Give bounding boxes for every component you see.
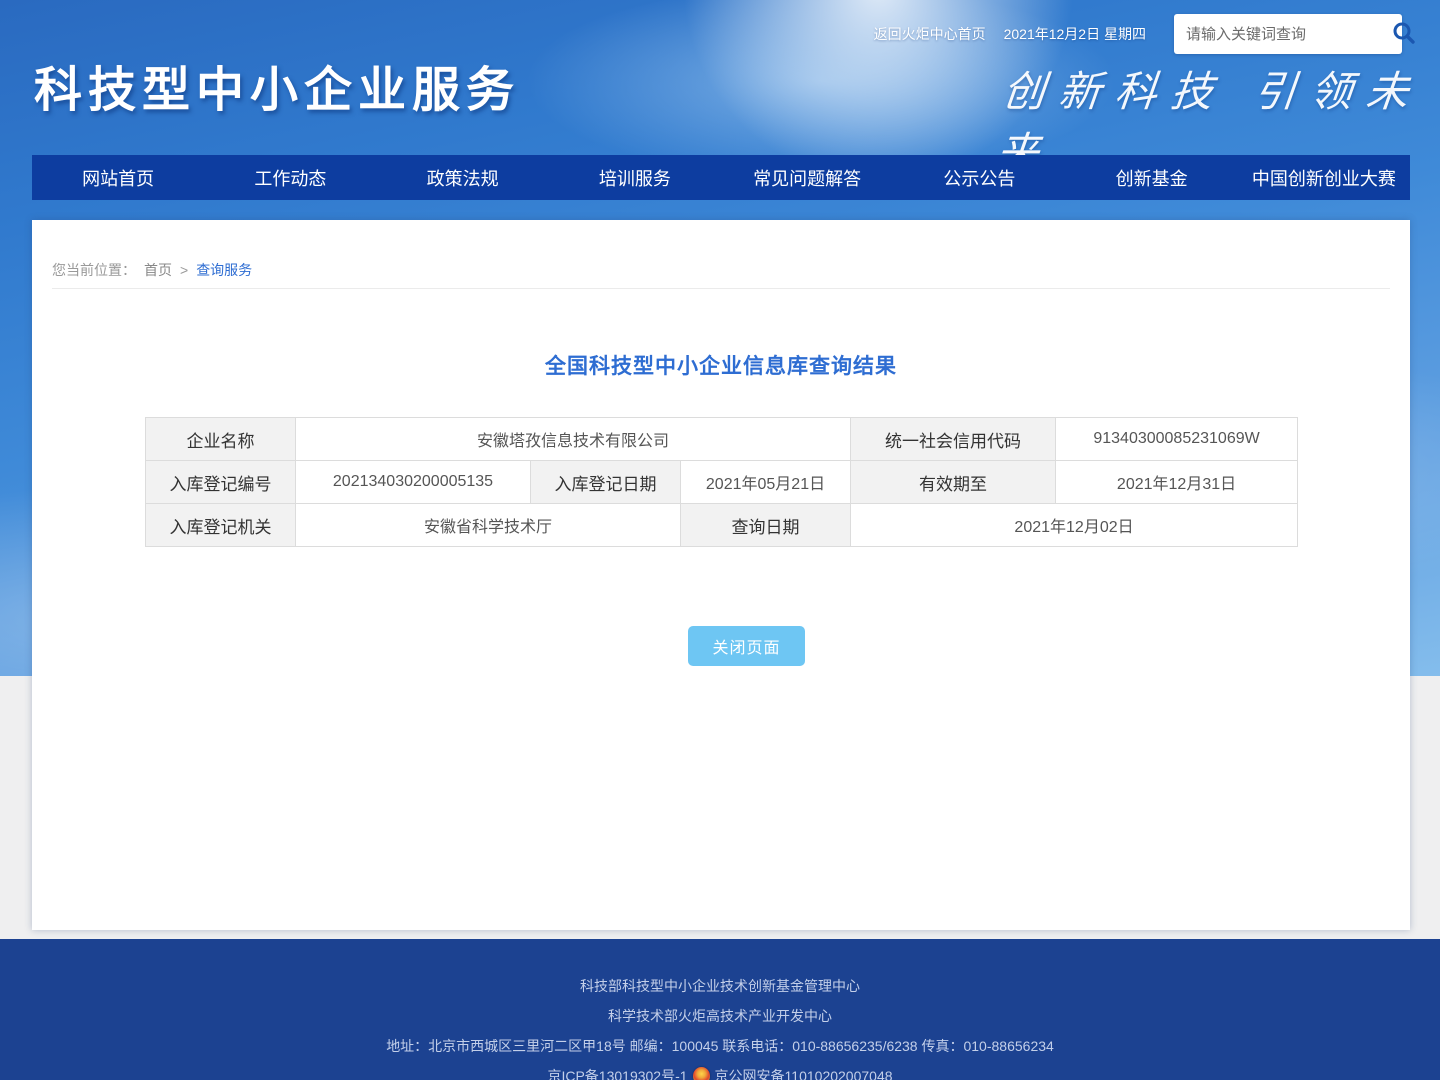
value-credit-code: 91340300085231069W (1056, 418, 1298, 461)
nav-item-news[interactable]: 工作动态 (204, 155, 376, 200)
footer-org-line-2: 科学技术部火炬高技术产业开发中心 (608, 1001, 832, 1031)
label-query-date: 查询日期 (681, 504, 851, 547)
torch-center-home-link[interactable]: 返回火炬中心首页 (874, 24, 986, 44)
breadcrumb-current-link[interactable]: 查询服务 (196, 260, 252, 280)
footer-contact-line: 地址：北京市西城区三里河二区甲18号 邮编：100045 联系电话：010-88… (386, 1031, 1054, 1061)
keyword-search-box (1174, 14, 1402, 54)
search-icon (1391, 20, 1417, 49)
breadcrumb-separator: > (180, 262, 188, 278)
breadcrumb-divider (52, 288, 1390, 289)
nav-item-contest[interactable]: 中国创新创业大赛 (1238, 155, 1410, 200)
value-registration-date: 2021年05月21日 (681, 461, 851, 504)
breadcrumb: 您当前位置： 首页 > 查询服务 (52, 260, 252, 280)
value-registration-agency: 安徽省科学技术厅 (296, 504, 681, 547)
query-result-table: 企业名称 安徽塔孜信息技术有限公司 统一社会信用代码 9134030008523… (145, 417, 1298, 547)
value-valid-until: 2021年12月31日 (1056, 461, 1298, 504)
label-company-name: 企业名称 (146, 418, 296, 461)
breadcrumb-home-link[interactable]: 首页 (144, 260, 172, 280)
page-footer: 科技部科技型中小企业技术创新基金管理中心 科学技术部火炬高技术产业开发中心 地址… (0, 939, 1440, 1080)
current-date: 2021年12月2日 星期四 (1004, 24, 1146, 44)
nav-item-home[interactable]: 网站首页 (32, 155, 204, 200)
icp-number[interactable]: 京ICP备13019302号-1 (547, 1061, 687, 1080)
site-logo: 科技型中小企业服务 (34, 50, 520, 120)
footer-icp-line: 京ICP备13019302号-1 京公网安备11010202007048 (547, 1061, 892, 1080)
value-registration-number: 202134030200005135 (296, 461, 531, 504)
table-row: 入库登记编号 202134030200005135 入库登记日期 2021年05… (146, 461, 1298, 504)
main-navigation: 网站首页 工作动态 政策法规 培训服务 常见问题解答 公示公告 创新基金 中国创… (32, 155, 1410, 200)
label-registration-date: 入库登记日期 (531, 461, 681, 504)
top-utility-row: 返回火炬中心首页 2021年12月2日 星期四 (874, 24, 1146, 44)
breadcrumb-label: 您当前位置： (52, 260, 136, 280)
value-query-date: 2021年12月02日 (851, 504, 1298, 547)
label-valid-until: 有效期至 (851, 461, 1056, 504)
table-row: 企业名称 安徽塔孜信息技术有限公司 统一社会信用代码 9134030008523… (146, 418, 1298, 461)
content-card: 您当前位置： 首页 > 查询服务 全国科技型中小企业信息库查询结果 企业名称 安… (32, 220, 1410, 930)
search-input[interactable] (1174, 26, 1391, 43)
police-emblem-icon (693, 1067, 710, 1080)
footer-org-line-1: 科技部科技型中小企业技术创新基金管理中心 (580, 971, 860, 1001)
close-page-button[interactable]: 关闭页面 (688, 626, 805, 666)
police-registration-number[interactable]: 京公网安备11010202007048 (715, 1061, 893, 1080)
page-title: 全国科技型中小企业信息库查询结果 (32, 350, 1410, 380)
nav-item-policy[interactable]: 政策法规 (377, 155, 549, 200)
table-row: 入库登记机关 安徽省科学技术厅 查询日期 2021年12月02日 (146, 504, 1298, 547)
nav-item-faq[interactable]: 常见问题解答 (721, 155, 893, 200)
nav-item-fund[interactable]: 创新基金 (1066, 155, 1238, 200)
label-registration-agency: 入库登记机关 (146, 504, 296, 547)
label-credit-code: 统一社会信用代码 (851, 418, 1056, 461)
label-registration-number: 入库登记编号 (146, 461, 296, 504)
value-company-name: 安徽塔孜信息技术有限公司 (296, 418, 851, 461)
search-button[interactable] (1391, 14, 1417, 54)
nav-item-notices[interactable]: 公示公告 (893, 155, 1065, 200)
nav-item-training[interactable]: 培训服务 (549, 155, 721, 200)
